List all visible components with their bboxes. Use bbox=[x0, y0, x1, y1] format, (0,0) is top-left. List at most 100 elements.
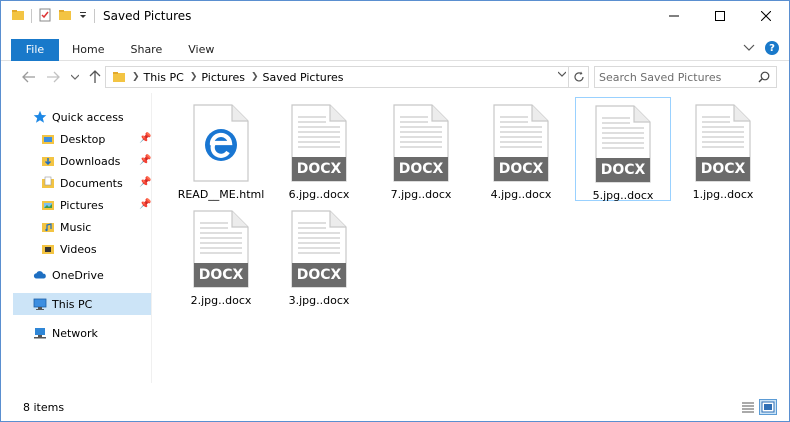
breadcrumb-separator: ❯ bbox=[250, 72, 259, 82]
computer-icon bbox=[33, 297, 47, 311]
sidebar-item-pictures[interactable]: Pictures bbox=[41, 195, 104, 215]
pictures-folder-icon bbox=[41, 198, 55, 212]
refresh-icon bbox=[573, 71, 584, 82]
sidebar-item-desktop[interactable]: Desktop bbox=[41, 129, 105, 149]
network-icon bbox=[33, 326, 47, 340]
new-folder-icon[interactable] bbox=[58, 8, 72, 25]
breadcrumb-this-pc[interactable]: This PC bbox=[144, 71, 184, 84]
pane-divider[interactable] bbox=[151, 93, 152, 383]
docx-icon: DOCX bbox=[490, 103, 552, 183]
file-name: 3.jpg..docx bbox=[288, 294, 350, 307]
pictures-folder-icon bbox=[112, 70, 126, 84]
close-button[interactable] bbox=[743, 1, 789, 31]
file-name: 7.jpg..docx bbox=[390, 188, 452, 201]
search-input[interactable] bbox=[599, 70, 749, 84]
search-box[interactable] bbox=[594, 66, 777, 88]
minimize-icon bbox=[669, 15, 679, 17]
search-icon[interactable] bbox=[758, 71, 770, 86]
sidebar-item-label: Downloads bbox=[60, 154, 121, 168]
forward-button[interactable] bbox=[43, 67, 63, 87]
file-item-6-jpg-docx[interactable]: DOCX 6.jpg..docx bbox=[271, 97, 367, 201]
file-item-4-jpg-docx[interactable]: DOCX 4.jpg..docx bbox=[473, 97, 569, 201]
docx-icon: DOCX bbox=[288, 209, 350, 289]
tab-home[interactable]: Home bbox=[59, 39, 117, 61]
videos-folder-icon bbox=[41, 242, 55, 256]
file-name: 5.jpg..docx bbox=[592, 189, 654, 202]
help-icon[interactable]: ? bbox=[765, 41, 779, 55]
sidebar-item-label: OneDrive bbox=[52, 268, 104, 282]
file-type-badge: DOCX bbox=[296, 267, 342, 283]
tab-view[interactable]: View bbox=[175, 39, 227, 61]
sidebar-item-label: Quick access bbox=[52, 110, 124, 124]
star-icon bbox=[33, 110, 47, 124]
large-icons-view-button[interactable] bbox=[759, 399, 777, 415]
sidebar-item-network[interactable]: Network bbox=[33, 323, 98, 343]
minimize-button[interactable] bbox=[651, 1, 697, 31]
properties-icon[interactable] bbox=[38, 8, 52, 25]
sidebar-item-label: Pictures bbox=[60, 198, 104, 212]
edge-html-icon bbox=[190, 103, 252, 183]
navigation-bar: ❯ This PC ❯ Pictures ❯ Saved Pictures bbox=[1, 64, 789, 90]
pin-icon: 📌 bbox=[139, 155, 152, 166]
refresh-button[interactable] bbox=[568, 67, 588, 87]
folder-icon bbox=[11, 8, 25, 25]
music-folder-icon bbox=[41, 220, 55, 234]
documents-folder-icon bbox=[41, 176, 55, 190]
file-name: 6.jpg..docx bbox=[288, 188, 350, 201]
docx-icon: DOCX bbox=[288, 103, 350, 183]
file-name: 2.jpg..docx bbox=[190, 294, 252, 307]
tab-file[interactable]: File bbox=[11, 38, 59, 61]
up-button[interactable] bbox=[85, 67, 105, 87]
customize-toolbar-icon[interactable] bbox=[78, 8, 88, 25]
file-name: 1.jpg..docx bbox=[692, 188, 754, 201]
ribbon-tabs: File Home Share View ? bbox=[1, 38, 789, 61]
breadcrumb-saved-pictures[interactable]: Saved Pictures bbox=[263, 71, 344, 84]
file-item-2-jpg-docx[interactable]: DOCX 2.jpg..docx bbox=[173, 203, 269, 307]
view-toggle bbox=[739, 399, 777, 415]
breadcrumb-separator: ❯ bbox=[189, 72, 198, 82]
breadcrumb-pictures[interactable]: Pictures bbox=[201, 71, 245, 84]
details-view-icon bbox=[742, 402, 754, 413]
file-type-badge: DOCX bbox=[700, 161, 746, 177]
sidebar-item-music[interactable]: Music bbox=[41, 217, 91, 237]
back-button[interactable] bbox=[19, 67, 39, 87]
pin-icon: 📌 bbox=[139, 133, 152, 144]
file-item-read-me[interactable]: READ__ME.html bbox=[173, 97, 269, 201]
sidebar-item-downloads[interactable]: Downloads bbox=[41, 151, 120, 171]
window-title: Saved Pictures bbox=[103, 9, 192, 23]
recent-locations-button[interactable] bbox=[65, 67, 85, 87]
docx-icon: DOCX bbox=[592, 104, 654, 184]
close-icon bbox=[761, 11, 771, 21]
toolbar-separator bbox=[31, 9, 32, 23]
address-dropdown-icon[interactable] bbox=[557, 70, 567, 80]
sidebar-item-label: Network bbox=[52, 326, 98, 340]
sidebar-item-label: Documents bbox=[60, 176, 123, 190]
file-name: READ__ME.html bbox=[177, 188, 265, 201]
file-list: READ__ME.html DOCX 6.jpg..docx DOCX 7.jp… bbox=[153, 93, 789, 393]
tab-share[interactable]: Share bbox=[117, 39, 175, 61]
sidebar-item-videos[interactable]: Videos bbox=[41, 239, 97, 259]
chevron-down-icon bbox=[71, 74, 79, 80]
docx-icon: DOCX bbox=[190, 209, 252, 289]
sidebar-item-documents[interactable]: Documents bbox=[41, 173, 123, 193]
cloud-icon bbox=[33, 268, 47, 282]
sidebar-item-onedrive[interactable]: OneDrive bbox=[33, 265, 104, 285]
address-bar[interactable]: ❯ This PC ❯ Pictures ❯ Saved Pictures bbox=[105, 66, 589, 88]
large-icons-view-icon bbox=[761, 401, 775, 413]
file-type-badge: DOCX bbox=[498, 161, 544, 177]
desktop-folder-icon bbox=[41, 132, 55, 146]
quick-access-toolbar bbox=[11, 8, 95, 25]
back-arrow-icon bbox=[22, 71, 35, 83]
maximize-button[interactable] bbox=[697, 1, 743, 31]
file-item-3-jpg-docx[interactable]: DOCX 3.jpg..docx bbox=[271, 203, 367, 307]
sidebar-item-quick-access[interactable]: Quick access bbox=[33, 107, 124, 127]
sidebar-item-label: Videos bbox=[60, 242, 97, 256]
file-item-7-jpg-docx[interactable]: DOCX 7.jpg..docx bbox=[373, 97, 469, 201]
sidebar-item-label: Music bbox=[60, 220, 92, 234]
details-view-button[interactable] bbox=[739, 399, 757, 415]
file-item-5-jpg-docx[interactable]: DOCX 5.jpg..docx bbox=[575, 97, 671, 202]
breadcrumb-separator: ❯ bbox=[132, 72, 140, 82]
sidebar-item-this-pc[interactable]: This PC bbox=[33, 294, 92, 314]
expand-ribbon-icon[interactable] bbox=[743, 42, 755, 55]
file-item-1-jpg-docx[interactable]: DOCX 1.jpg..docx bbox=[675, 97, 771, 201]
